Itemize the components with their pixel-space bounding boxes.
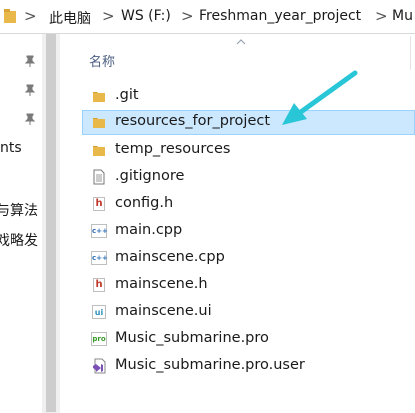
breadcrumb-drive[interactable]: WS (F:) xyxy=(121,8,171,24)
file-name: mainscene.h xyxy=(115,276,208,292)
nav-item-fragment[interactable]: nts xyxy=(0,140,22,156)
file-row-main-cpp[interactable]: c++ main.cpp xyxy=(82,219,415,244)
breadcrumb-separator: > xyxy=(181,7,194,25)
breadcrumb-separator: > xyxy=(102,7,115,25)
address-bar[interactable]: > 此电脑 > WS (F:) > Freshman_year_project … xyxy=(0,0,415,34)
file-row-mainscene-cpp[interactable]: c++ mainscene.cpp xyxy=(82,246,415,271)
breadcrumb-separator: > xyxy=(24,7,37,25)
column-header-name[interactable]: 名称 xyxy=(89,51,115,70)
file-row-mainscene-h[interactable]: h mainscene.h xyxy=(82,273,415,298)
column-divider[interactable] xyxy=(410,36,411,70)
file-row-config-h[interactable]: h config.h xyxy=(82,192,415,217)
text-file-icon xyxy=(93,169,105,185)
file-name: mainscene.ui xyxy=(115,303,212,319)
file-row-mainscene-ui[interactable]: ui mainscene.ui xyxy=(82,300,415,325)
visual-studio-user-file-icon xyxy=(93,358,106,374)
scrollbar-thumb[interactable] xyxy=(46,34,56,412)
header-file-icon: h xyxy=(91,196,107,212)
file-row-music-submarine-pro[interactable]: pro Music_submarine.pro xyxy=(82,327,415,352)
nav-item-fragment[interactable]: 戏略发 xyxy=(0,230,38,250)
nav-scrollbar[interactable] xyxy=(42,34,60,413)
file-name: main.cpp xyxy=(115,222,183,238)
pin-icon[interactable] xyxy=(24,84,36,96)
file-name: config.h xyxy=(115,195,174,211)
file-name: Music_submarine.pro xyxy=(115,330,269,346)
sort-ascending-icon xyxy=(236,39,246,45)
file-row-temp-resources[interactable]: temp_resources xyxy=(82,138,415,163)
folder-icon xyxy=(93,146,105,156)
file-name: mainscene.cpp xyxy=(115,249,225,265)
file-name: .gitignore xyxy=(115,168,185,184)
pro-file-icon: pro xyxy=(91,331,107,347)
cpp-file-icon: c++ xyxy=(91,250,108,266)
breadcrumb-project-folder[interactable]: Freshman_year_project xyxy=(199,8,361,24)
folder-icon xyxy=(93,118,105,128)
file-name: resources_for_project xyxy=(115,113,271,129)
breadcrumb-separator: > xyxy=(375,7,388,25)
file-name: Music_submarine.pro.user xyxy=(115,357,305,373)
breadcrumb-this-pc[interactable]: 此电脑 xyxy=(49,8,91,28)
breadcrumb-current-folder[interactable]: Mu xyxy=(392,8,413,24)
file-row-git[interactable]: .git xyxy=(82,84,415,109)
annotation-arrow xyxy=(282,70,358,125)
header-file-icon: h xyxy=(91,277,107,293)
file-row-gitignore[interactable]: .gitignore xyxy=(82,165,415,190)
cpp-file-icon: c++ xyxy=(91,223,108,239)
folder-icon xyxy=(4,9,16,23)
navigation-pane[interactable]: nts 与算法 戏略发 xyxy=(0,34,42,413)
file-row-resources-for-project[interactable]: resources_for_project xyxy=(82,110,415,135)
file-row-music-submarine-pro-user[interactable]: Music_submarine.pro.user xyxy=(82,354,415,379)
ui-file-icon: ui xyxy=(91,304,107,320)
pin-icon[interactable] xyxy=(24,55,36,67)
file-name: temp_resources xyxy=(115,141,231,157)
pin-icon[interactable] xyxy=(24,113,36,125)
nav-item-fragment[interactable]: 与算法 xyxy=(0,200,38,220)
folder-icon xyxy=(93,92,105,102)
file-name: .git xyxy=(115,87,139,103)
